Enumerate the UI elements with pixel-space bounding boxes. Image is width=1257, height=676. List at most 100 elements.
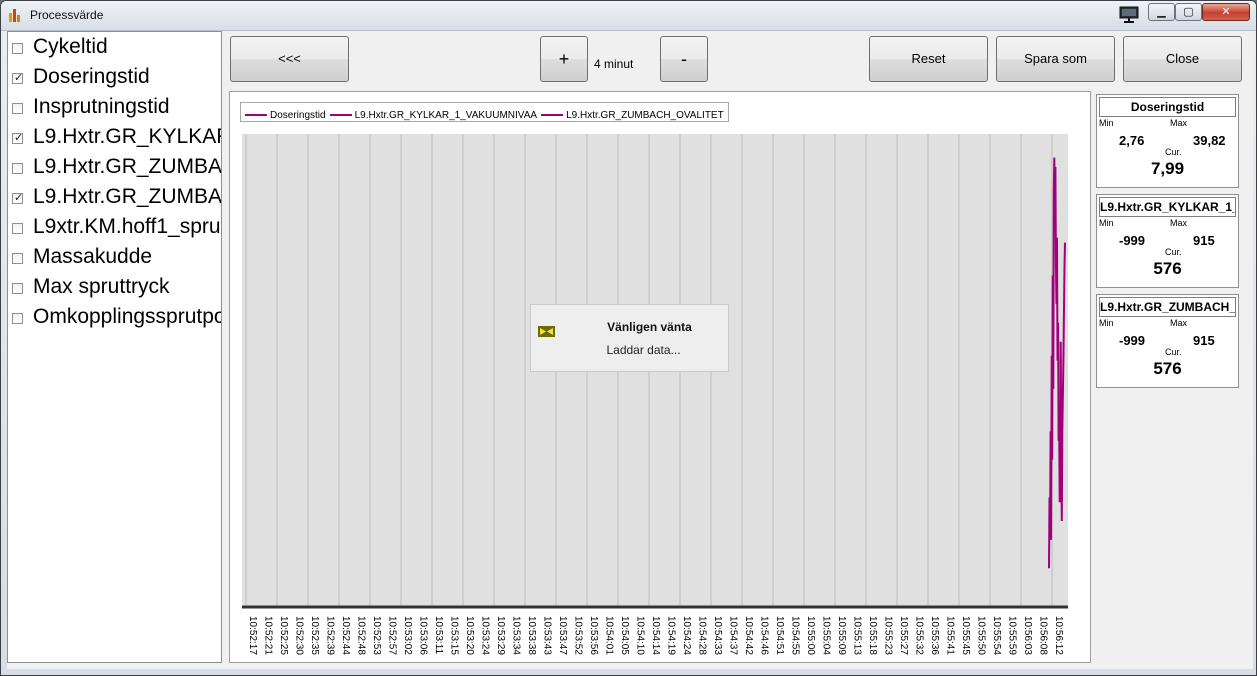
x-tick-label: 10:53:24 [480, 616, 491, 655]
x-tick-label: 10:55:23 [883, 616, 894, 655]
maximize-button[interactable]: ▢ [1175, 3, 1202, 21]
x-tick-label: 10:55:59 [1007, 616, 1018, 655]
series-checkbox-label: Max spruttryck [33, 275, 170, 298]
stat-max-value: 915 [1193, 233, 1215, 248]
checkmark-icon: ✓ [14, 131, 24, 144]
x-tick-label: 10:54:51 [774, 616, 785, 655]
back-button[interactable]: <<< [230, 36, 349, 82]
stat-title: L9.Hxtr.GR_ZUMBACH_OVALITET [1099, 297, 1236, 317]
dialog-text: Laddar data... [606, 343, 681, 357]
series-checkbox[interactable] [12, 103, 23, 114]
save-as-button[interactable]: Spara som [996, 36, 1115, 82]
x-tick-label: 10:55:13 [852, 616, 863, 655]
minimize-button[interactable]: ▁ [1148, 3, 1175, 21]
series-checkbox-label: L9xtr.KM.hoff1_sprutor [33, 215, 221, 238]
x-tick-label: 10:53:56 [588, 616, 599, 655]
close-button[interactable]: Close [1123, 36, 1242, 82]
reset-button[interactable]: Reset [869, 36, 988, 82]
series-checkbox-label: Massakudde [33, 245, 153, 268]
stat-min-value: 2,76 [1119, 133, 1145, 148]
x-tick-label: 10:54:46 [759, 616, 770, 655]
x-tick-label: 10:54:24 [681, 616, 692, 655]
series-checkbox[interactable] [12, 283, 23, 294]
zoom-out-button[interactable]: - [660, 36, 708, 82]
close-window-button[interactable]: ✕ [1202, 3, 1250, 21]
series-checkbox[interactable] [12, 223, 23, 234]
x-tick-label: 10:55:41 [945, 616, 956, 655]
stat-cur-label: Cur. [1165, 147, 1182, 157]
stat-min-label: Min [1099, 118, 1114, 128]
stat-cur-label: Cur. [1165, 347, 1182, 357]
x-tick-label: 10:53:06 [418, 616, 429, 655]
series-checkbox-label: Doseringstid [33, 65, 150, 88]
stat-min-label: Min [1099, 218, 1114, 228]
series-checkbox[interactable] [12, 313, 23, 324]
stat-max-label: Max [1170, 318, 1188, 328]
series-checkbox[interactable] [12, 163, 23, 174]
stat-max-label: Max [1170, 218, 1188, 228]
stat-box: Doseringstid Min Max 2,76 39,82 Cur. 7,99 [1096, 94, 1239, 188]
monitor-icon[interactable] [1119, 6, 1139, 23]
x-tick-label: 10:55:45 [960, 616, 971, 655]
x-tick-label: 10:55:00 [805, 616, 816, 655]
x-tick-label: 10:53:43 [542, 616, 553, 655]
x-tick-label: 10:54:55 [790, 616, 801, 655]
client-area: Cykeltid ✓ Doseringstid Insprutningstid ✓ L9.… [7, 31, 1253, 669]
x-tick-label: 10:53:02 [402, 616, 413, 655]
zoom-level-label: 4 minut [594, 57, 634, 71]
x-tick-label: 10:53:47 [557, 616, 568, 655]
series-checkbox[interactable] [12, 43, 23, 54]
maximize-icon: ▢ [1183, 5, 1194, 18]
series-checkbox[interactable]: ✓ [12, 131, 24, 144]
x-tick-label: 10:54:05 [619, 616, 630, 655]
app-icon [8, 8, 22, 22]
checkmark-icon: ✓ [14, 191, 24, 204]
series-checkbox[interactable] [12, 253, 23, 264]
series-checkbox[interactable]: ✓ [12, 71, 23, 84]
stat-min-value: -999 [1119, 233, 1146, 248]
x-tick-label: 10:52:39 [325, 616, 336, 655]
x-tick-label: 10:55:36 [929, 616, 940, 655]
stat-max-value: 39,82 [1193, 133, 1226, 148]
x-tick-label: 10:52:48 [356, 616, 367, 655]
stat-cur-value: 576 [1153, 359, 1182, 378]
series-list: Cykeltid ✓ Doseringstid Insprutningstid ✓ L9.… [7, 31, 222, 663]
x-tick-label: 10:52:30 [294, 616, 305, 655]
x-tick-label: 10:53:20 [464, 616, 475, 655]
minimize-icon: ▁ [1157, 5, 1166, 18]
series-checkbox-label: Omkopplingssprutposition [33, 305, 222, 328]
series-checkbox-label: Insprutningstid [33, 95, 170, 118]
x-tick-label: 10:54:42 [743, 616, 754, 655]
x-tick-label: 10:53:34 [511, 616, 522, 655]
x-tick-label: 10:54:28 [697, 616, 708, 655]
x-tick-label: 10:56:08 [1038, 616, 1049, 655]
series-checkbox-label: Cykeltid [33, 35, 108, 58]
x-tick-label: 10:54:37 [728, 616, 739, 655]
loading-dialog: Vänligen vänta Laddar data... [530, 304, 729, 372]
stat-max-value: 915 [1193, 333, 1215, 348]
x-tick-label: 10:56:12 [1053, 616, 1064, 655]
chart-panel: Doseringstid L9.Hxtr.GR_KYLKAR_1_VAKUUMNI… [229, 91, 1091, 663]
x-tick-label: 10:55:04 [821, 616, 832, 655]
zoom-in-button[interactable]: + [540, 36, 588, 82]
app-window: Processvärde ▁ ▢ ✕ Cykeltid ✓ Doseringstid… [0, 0, 1257, 676]
x-tick-label: 10:55:27 [898, 616, 909, 655]
x-tick-label: 10:52:17 [247, 616, 258, 655]
x-tick-label: 10:52:35 [309, 616, 320, 655]
x-tick-label: 10:54:19 [666, 616, 677, 655]
chart-plot[interactable]: 10:52:17 10:52:21 10:52:25 10:52:30 10:52:35… [230, 92, 1090, 662]
stat-min-value: -999 [1119, 333, 1146, 348]
stat-box: L9.Hxtr.GR_ZUMBACH_OVALITETMin Max -999 915… [1096, 294, 1239, 388]
series-checkbox-label: L9.Hxtr.GR_KYLKAR_1_VAKUUMNIVAA [33, 125, 221, 148]
x-tick-label: 10:53:15 [449, 616, 460, 655]
stat-cur-value: 576 [1153, 259, 1182, 278]
x-tick-label: 10:53:11 [433, 616, 444, 655]
x-tick-label: 10:55:18 [867, 616, 878, 655]
close-icon: ✕ [1221, 5, 1231, 18]
series-checkbox[interactable]: ✓ [12, 191, 24, 204]
stat-max-label: Max [1170, 118, 1188, 128]
x-tick-label: 10:53:29 [495, 616, 506, 655]
stat-cur-value: 7,99 [1150, 159, 1185, 178]
x-tick-label: 10:54:33 [712, 616, 723, 655]
x-tick-label: 10:55:50 [976, 616, 987, 655]
